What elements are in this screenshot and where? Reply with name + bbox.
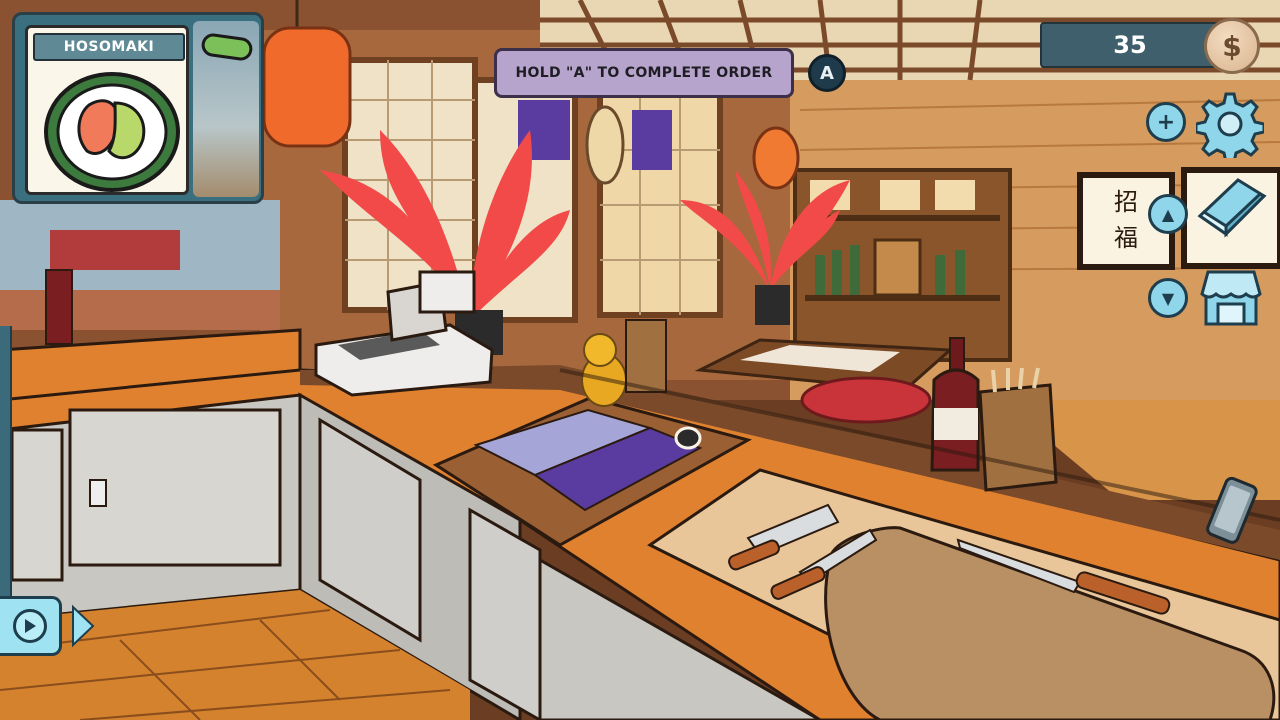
wall-sign-bottom: 福 (1114, 224, 1138, 252)
cucumber-ingredient-icon (201, 33, 253, 61)
order-card: HOSOMAKI (12, 12, 264, 204)
chopstick-holder-front (978, 383, 1058, 492)
a-button-icon: A (808, 54, 846, 92)
play-button[interactable] (0, 596, 62, 656)
dollar-coin-icon: $ (1204, 18, 1260, 74)
hosomaki-sushi-icon (44, 72, 180, 192)
phone-icon[interactable] (1196, 476, 1266, 544)
wall-sign-top: 招 (1114, 188, 1138, 216)
complete-order-prompt: HOLD "A" TO COMPLETE ORDER (494, 48, 794, 98)
chopstick-holder-back (625, 319, 667, 393)
play-icon (12, 609, 47, 643)
scroll-up-button[interactable]: ▲ (1148, 194, 1188, 234)
add-button[interactable]: + (1146, 102, 1186, 142)
settings-gear-icon[interactable] (1196, 90, 1264, 158)
scroll-down-button[interactable]: ▼ (1148, 278, 1188, 318)
left-panel-edge (0, 326, 12, 606)
bottle-left (45, 269, 73, 345)
order-title: HOSOMAKI (33, 33, 185, 61)
banner-right (632, 110, 672, 170)
money-amount: 35 (1113, 31, 1147, 59)
recipe-book-icon[interactable] (1194, 176, 1268, 238)
shop-stall-icon[interactable] (1198, 266, 1264, 328)
expand-arrow-icon[interactable] (70, 604, 96, 648)
